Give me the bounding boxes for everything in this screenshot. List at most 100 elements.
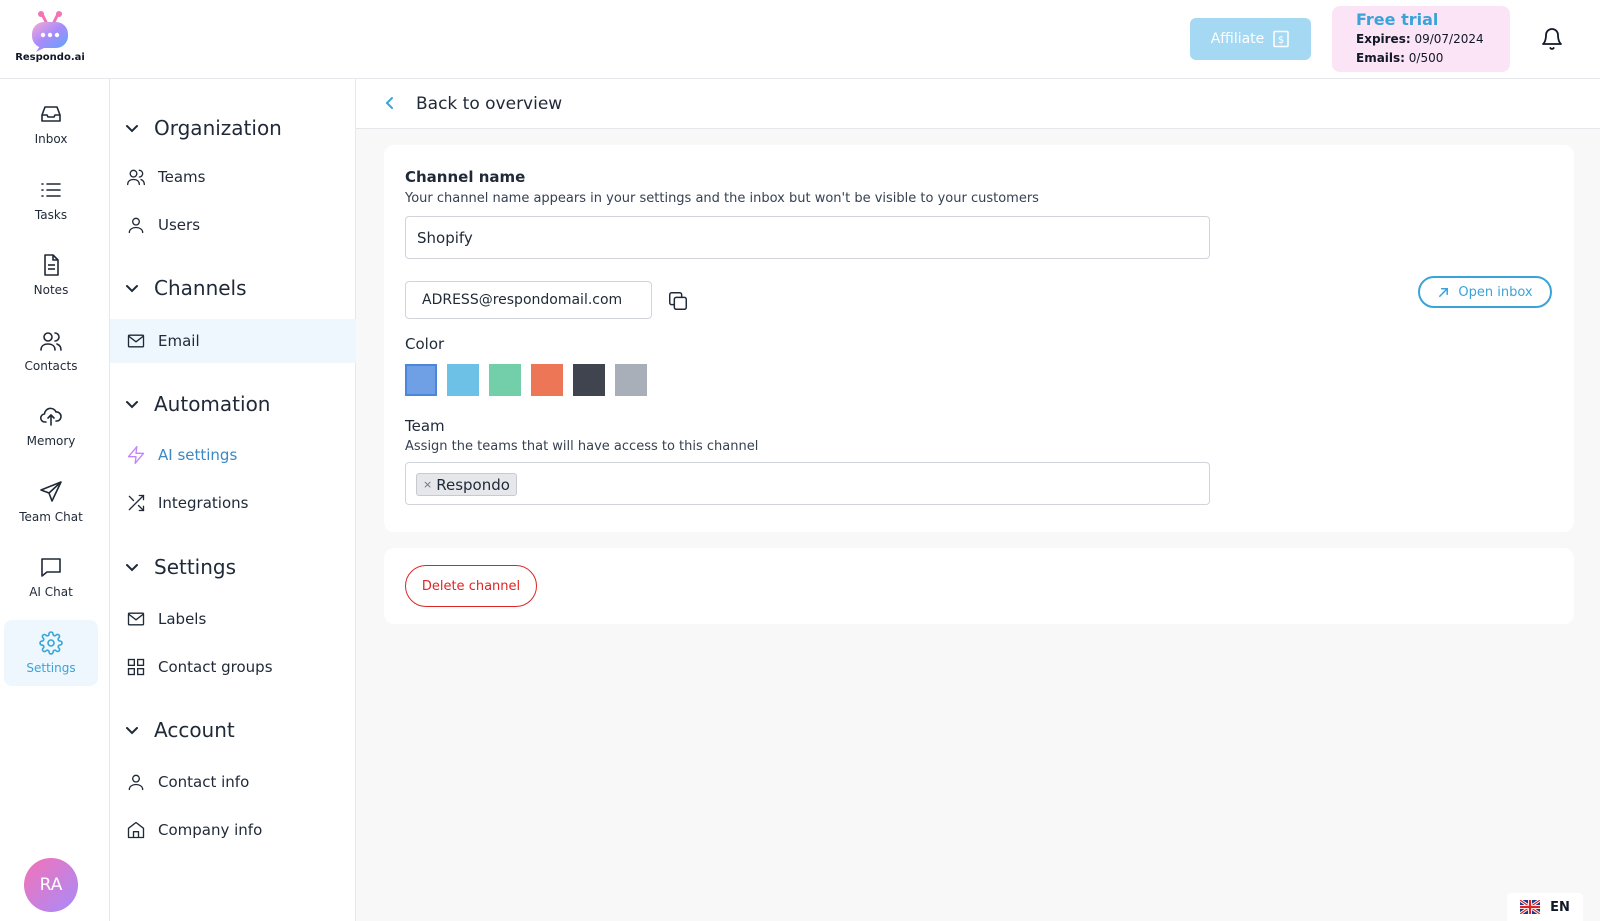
section-title: Settings [154,555,237,579]
affiliate-label: Affiliate [1210,31,1265,47]
rail-item-notes[interactable]: Notes [4,242,98,308]
section-settings[interactable]: Settings [124,552,236,582]
rail-label: Settings [26,661,76,675]
open-inbox-label: Open inbox [1458,284,1533,300]
back-to-overview-link[interactable]: Back to overview [416,94,562,114]
section-title: Automation [154,392,271,416]
chevron-left-icon[interactable] [382,95,398,111]
chevron-down-icon [126,401,138,409]
sidebar-item-label: Labels [158,610,207,628]
color-swatch-orange[interactable] [531,364,563,396]
color-label: Color [405,335,445,353]
sidebar-item-label: Integrations [158,494,249,512]
channel-name-input[interactable]: Shopify [405,216,1210,259]
color-swatch-dark[interactable] [573,364,605,396]
back-bar: Back to overview [356,79,1600,129]
team-description: Assign the teams that will have access t… [405,439,759,454]
chevron-down-icon [126,125,138,133]
danger-zone-card: Delete channel [384,548,1574,624]
rail-label: Contacts [24,359,78,373]
rail-item-contacts[interactable]: Contacts [4,318,98,384]
color-swatch-green[interactable] [489,364,521,396]
rail-label: Notes [33,283,69,297]
shuffle-icon [128,494,145,512]
rail-item-tasks[interactable]: Tasks [4,167,98,233]
section-organization[interactable]: Organization [124,113,282,143]
mail-icon [127,612,145,626]
arrow-up-right-icon [1439,287,1449,297]
trial-expires: Expires: 09/07/2024 [1356,30,1510,49]
free-trial-panel: Free trial Expires: 09/07/2024 Emails: 0… [1332,6,1510,72]
channel-name-label: Channel name [405,168,526,186]
expires-label: Expires: [1356,32,1411,46]
sidebar-item-contact-info[interactable]: Contact info [110,760,356,804]
rail-item-inbox[interactable]: Inbox [4,91,98,157]
rail-label: AI Chat [29,585,73,599]
expires-value: 09/07/2024 [1414,32,1484,46]
sidebar-item-teams[interactable]: Teams [110,155,356,199]
emails-value: 0/500 [1408,51,1444,65]
color-swatch-gray[interactable] [615,364,647,396]
sidebar-item-users[interactable]: Users [110,203,356,247]
brand-name: Respondo.ai [15,52,85,63]
sidebar-item-label: Contact info [158,773,250,791]
section-title: Channels [154,276,247,300]
language-selector[interactable]: EN [1507,893,1583,921]
sidebar-item-label: AI settings [158,446,238,464]
inbox-icon [41,106,61,122]
team-tag: × Respondo [416,473,517,496]
copy-icon[interactable] [667,290,689,312]
rail-item-memory[interactable]: Memory [4,393,98,459]
section-title: Organization [154,116,282,140]
sidebar-item-ai-settings[interactable]: AI settings [110,433,356,477]
color-swatch-light-blue[interactable] [447,364,479,396]
users-icon [127,169,145,186]
sidebar-item-company-info[interactable]: Company info [110,808,356,852]
bell-icon[interactable] [1540,27,1564,51]
rail-label: Memory [26,434,76,448]
rail-item-settings[interactable]: Settings [4,620,98,686]
affiliate-button[interactable]: Affiliate $ [1190,18,1311,60]
chat-icon [41,558,61,577]
top-bar: Respondo.ai Affiliate $ Free trial Expir… [0,0,1600,79]
open-inbox-button[interactable]: Open inbox [1418,276,1552,308]
emails-label: Emails: [1356,51,1405,65]
send-icon [40,481,62,502]
sidebar-item-labels[interactable]: Labels [110,597,356,641]
avatar[interactable]: RA [24,858,78,912]
chevron-down-icon [126,564,138,572]
sidebar-item-integrations[interactable]: Integrations [110,481,356,525]
color-swatch-blue[interactable] [405,364,437,396]
lightning-icon [127,446,145,464]
sidebar-item-label: Users [158,216,201,234]
section-automation[interactable]: Automation [124,389,270,419]
respondo-logo[interactable]: Respondo.ai [14,10,86,68]
language-code: EN [1550,899,1570,915]
section-channels[interactable]: Channels [124,273,247,303]
chevron-down-icon [126,727,138,735]
uk-flag-icon [1520,900,1541,914]
chevron-down-icon [126,285,138,293]
grid-icon [127,658,145,676]
section-account[interactable]: Account [124,715,235,745]
home-icon [127,821,145,839]
team-select[interactable]: × Respondo [405,462,1210,505]
sidebar-item-label: Email [158,332,200,350]
list-icon [41,183,61,197]
rail-item-ai-chat[interactable]: AI Chat [4,544,98,610]
remove-tag-icon[interactable]: × [423,478,432,491]
section-title: Account [154,718,235,742]
trial-title: Free trial [1356,10,1439,29]
delete-channel-button[interactable]: Delete channel [405,565,537,607]
main-content: Back to overview Channel name Your chann… [356,79,1600,921]
mail-icon [127,334,145,348]
rail-label: Team Chat [19,510,83,524]
sidebar-item-label: Contact groups [158,658,273,676]
document-icon [44,254,59,276]
gear-icon [39,631,63,655]
rail-label: Tasks [34,208,68,222]
rail-item-team-chat[interactable]: Team Chat [4,469,98,535]
sidebar-item-email[interactable]: Email [110,319,356,363]
sidebar-item-contact-groups[interactable]: Contact groups [110,645,356,689]
team-tag-label: Respondo [436,475,510,494]
